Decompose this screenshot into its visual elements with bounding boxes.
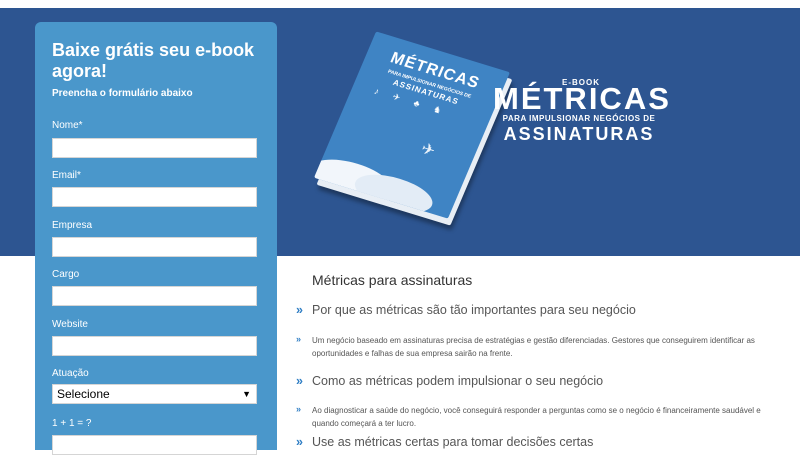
- content-heading: Métricas para assinaturas: [312, 272, 473, 288]
- name-label: Nome*: [52, 120, 83, 131]
- name-input[interactable]: [52, 138, 257, 158]
- captcha-label: 1 + 1 = ?: [52, 418, 92, 429]
- banner-tagline: PARA IMPULSIONAR NEGÓCIOS DE: [502, 114, 656, 123]
- email-input[interactable]: [52, 187, 257, 207]
- company-input[interactable]: [52, 237, 257, 257]
- role-input[interactable]: [52, 286, 257, 306]
- download-form: Baixe grátis seu e-book agora! Preencha …: [35, 22, 277, 455]
- banner-title: MÉTRICAS: [493, 81, 671, 116]
- atuacao-selected-value: Selecione: [57, 387, 110, 401]
- form-subtitle: Preencha o formulário abaixo: [52, 88, 193, 99]
- role-label: Cargo: [52, 269, 80, 280]
- dropdown-arrow-icon: ▼: [242, 389, 251, 399]
- chevron-right-icon: »: [296, 374, 303, 388]
- email-label: Email*: [52, 170, 81, 181]
- website-input[interactable]: [52, 336, 257, 356]
- chevron-right-icon: »: [296, 334, 302, 344]
- atuacao-select[interactable]: Selecione ▼: [52, 384, 257, 404]
- website-label: Website: [52, 319, 88, 330]
- atuacao-label: Atuação: [52, 368, 89, 379]
- form-title: Baixe grátis seu e-book agora!: [52, 40, 255, 81]
- ebook-cover: MÉTRICAS PARA IMPULSIONAR NEGÓCIOS DE AS…: [314, 31, 510, 221]
- company-label: Empresa: [52, 220, 93, 231]
- chevron-right-icon: »: [296, 404, 302, 414]
- chevron-right-icon: »: [296, 435, 303, 449]
- captcha-input[interactable]: [52, 435, 257, 455]
- chevron-right-icon: »: [296, 303, 303, 317]
- ebook-cover-image: MÉTRICAS PARA IMPULSIONAR NEGÓCIOS DE AS…: [314, 31, 510, 219]
- content-section: Métricas para assinaturas » Por que as m…: [296, 272, 776, 449]
- airplane-icon: ✈: [418, 140, 438, 161]
- banner-tagline-main: ASSINATURAS: [503, 124, 655, 144]
